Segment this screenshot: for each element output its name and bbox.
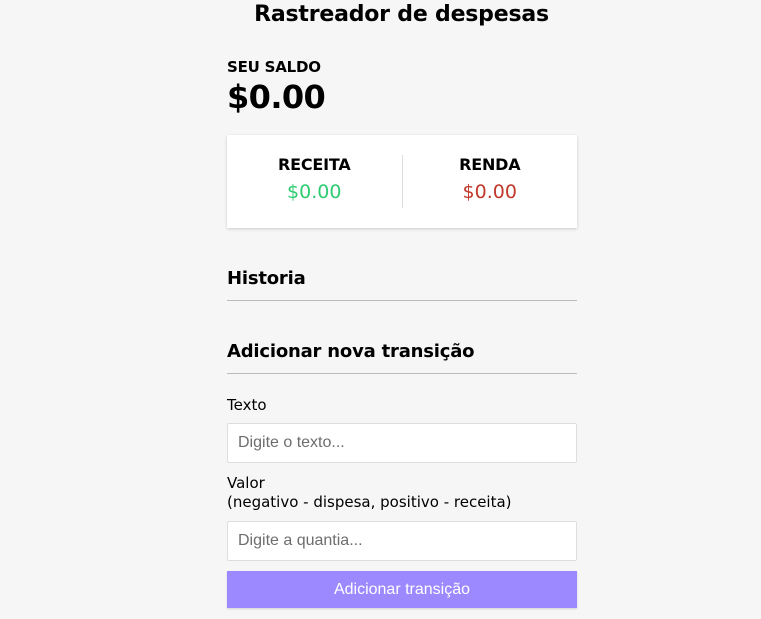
income-label: RECEITA <box>277 155 351 174</box>
balance-label: SEU SALDO <box>227 58 321 76</box>
amount-field-label: Valor (negativo - dispesa, positivo - re… <box>227 474 512 512</box>
history-heading: Historia <box>227 268 577 301</box>
app-title: Rastreador de despesas <box>254 2 549 27</box>
text-input[interactable] <box>227 423 577 463</box>
amount-input[interactable] <box>227 521 577 561</box>
income-value: $0.00 <box>287 181 342 203</box>
expense-label: RENDA <box>459 155 521 174</box>
expense-column: RENDA $0.00 <box>403 135 578 228</box>
amount-label: Valor <box>227 474 265 492</box>
income-column: RECEITA $0.00 <box>227 135 402 228</box>
add-transaction-heading: Adicionar nova transição <box>227 341 577 374</box>
add-transaction-button[interactable]: Adicionar transição <box>227 571 577 608</box>
amount-hint: (negativo - dispesa, positivo - receita) <box>227 493 512 511</box>
expense-value: $0.00 <box>462 181 517 203</box>
balance-value: $0.00 <box>227 78 326 116</box>
income-expense-card: RECEITA $0.00 RENDA $0.00 <box>227 135 577 228</box>
text-field-label: Texto <box>227 396 267 414</box>
